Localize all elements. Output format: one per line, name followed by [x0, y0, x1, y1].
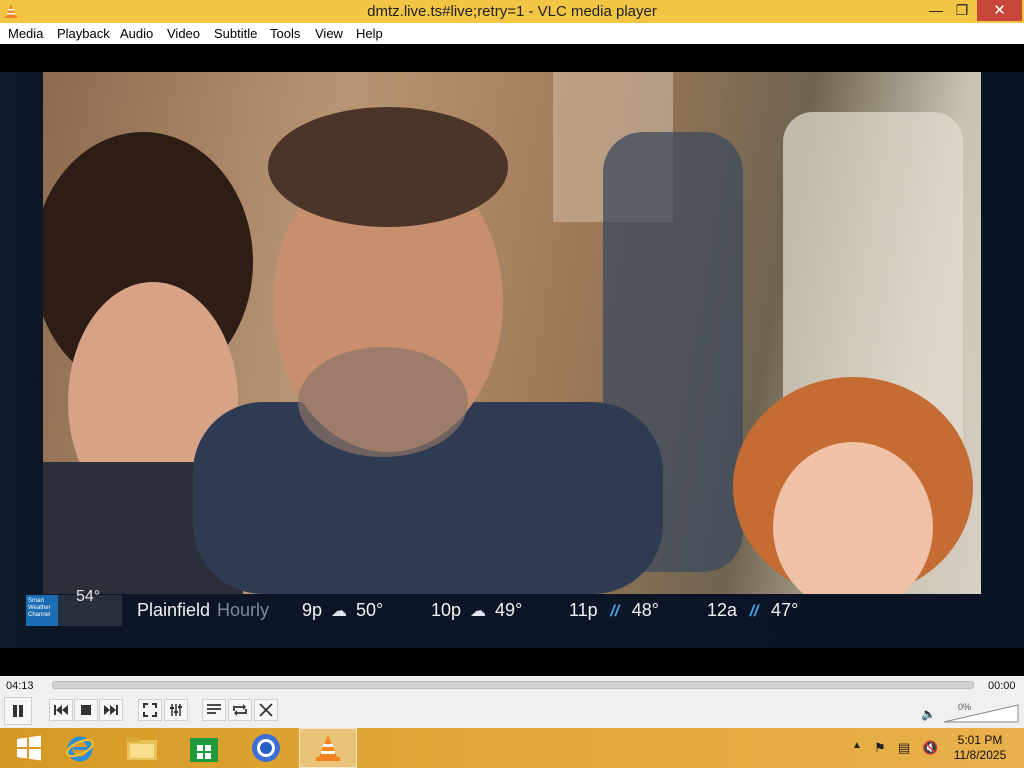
elapsed-time: 04:13 [6, 680, 34, 692]
forecast-time: 11p [569, 600, 598, 620]
speaker-icon[interactable]: 🔈 [921, 707, 936, 721]
fullscreen-icon [143, 703, 157, 717]
previous-icon [54, 705, 68, 715]
action-center-flag-icon[interactable]: ⚑ [874, 740, 886, 756]
taskbar-internet-explorer[interactable] [51, 728, 109, 768]
menu-subtitle[interactable]: Subtitle [214, 23, 257, 44]
stop-button[interactable] [74, 699, 98, 721]
speaker-muted-icon[interactable]: 🔇 [922, 740, 938, 756]
menu-audio[interactable]: Audio [120, 23, 153, 44]
taskbar-chrome[interactable] [237, 728, 295, 768]
forecast-time: 9p [302, 600, 323, 620]
weather-mode: Hourly [217, 600, 270, 620]
extended-settings-icon [170, 704, 182, 716]
playlist-button[interactable] [202, 699, 226, 721]
video-frame: Smart Weather Channel 54° Plainfield Hou… [0, 72, 1024, 648]
close-icon: ✕ [993, 2, 1006, 19]
volume-slider[interactable] [942, 702, 1020, 724]
taskbar-file-explorer[interactable] [113, 728, 171, 768]
taskbar-store[interactable] [175, 728, 233, 768]
forecast-time: 10p [431, 600, 462, 620]
menu-view[interactable]: View [315, 23, 343, 44]
weather-channel-logo: Smart Weather Channel [26, 595, 58, 626]
forecast-slot: 12a // 47° [707, 600, 798, 621]
menu-playback[interactable]: Playback [57, 23, 110, 44]
taskbar: ▲ ⚑ ▤ 🔇 5:01 PM 11/8/2025 [0, 728, 1024, 768]
maximize-button[interactable]: ❐ [948, 0, 976, 21]
weather-city: Plainfield [137, 600, 211, 620]
chrome-icon [252, 734, 280, 762]
forecast-temp: 48° [631, 600, 659, 620]
start-icon [17, 735, 41, 761]
start-button[interactable] [0, 728, 58, 768]
forecast-slot: 9p ☁ 50° [302, 600, 383, 621]
system-clock[interactable]: 5:01 PM 11/8/2025 [950, 733, 1010, 763]
network-icon[interactable]: ▤ [898, 740, 910, 756]
forecast-temp: 47° [771, 600, 799, 620]
menu-media[interactable]: Media [8, 23, 43, 44]
menu-video[interactable]: Video [167, 23, 200, 44]
shuffle-icon [259, 703, 273, 717]
store-icon [190, 738, 218, 762]
total-time: 00:00 [988, 680, 1016, 692]
menu-tools[interactable]: Tools [270, 23, 300, 44]
forecast-slot: 10p ☁ 49° [431, 600, 522, 621]
minimize-icon: — [929, 2, 943, 18]
volume-level: 0% [958, 702, 972, 712]
current-temp: 54° [76, 588, 101, 605]
close-button[interactable]: ✕ [977, 0, 1022, 21]
seek-bar[interactable] [52, 681, 974, 689]
window-title: dmtz.live.ts#live;retry=1 - VLC media pl… [367, 3, 657, 20]
title-bar: dmtz.live.ts#live;retry=1 - VLC media pl… [0, 0, 1024, 23]
next-icon [104, 705, 118, 715]
loop-button[interactable] [228, 699, 252, 721]
clock-date: 11/8/2025 [953, 748, 1007, 762]
internet-explorer-icon [66, 736, 94, 762]
shuffle-button[interactable] [254, 699, 278, 721]
video-area[interactable]: Smart Weather Channel 54° Plainfield Hou… [0, 44, 1024, 676]
forecast-time: 12a [707, 600, 738, 620]
restore-icon: ❐ [955, 2, 969, 18]
forecast-slot: 11p // 48° [569, 600, 659, 621]
pause-icon [13, 705, 23, 717]
forecast-temp: 50° [356, 600, 384, 620]
playlist-icon [207, 704, 221, 714]
video-picture [43, 72, 981, 594]
rain-icon: // [749, 603, 759, 620]
cloud-icon: ☁ [331, 603, 348, 620]
stop-icon [81, 705, 91, 715]
video-scene-image [43, 72, 973, 594]
cloud-icon: ☁ [470, 603, 487, 620]
extended-settings-button[interactable] [164, 699, 188, 721]
rain-icon: // [610, 603, 620, 620]
menu-bar: Media Playback Audio Video Subtitle Tool… [0, 23, 1024, 44]
taskbar-vlc[interactable] [299, 728, 357, 768]
player-controls: 04:13 00:00 🔈 0% [0, 676, 1024, 728]
forecast-temp: 49° [495, 600, 523, 620]
weather-ticker: Smart Weather Channel 54° Plainfield Hou… [24, 588, 1004, 630]
minimize-button[interactable]: — [922, 0, 950, 21]
menu-help[interactable]: Help [356, 23, 383, 44]
previous-button[interactable] [49, 699, 73, 721]
clock-time: 5:01 PM [957, 733, 1003, 747]
fullscreen-button[interactable] [138, 699, 162, 721]
loop-icon [233, 704, 247, 716]
next-button[interactable] [99, 699, 123, 721]
vlc-icon [316, 735, 340, 761]
pause-button[interactable] [4, 697, 32, 725]
file-explorer-icon [127, 737, 157, 760]
show-hidden-icons-icon[interactable]: ▲ [852, 740, 862, 751]
